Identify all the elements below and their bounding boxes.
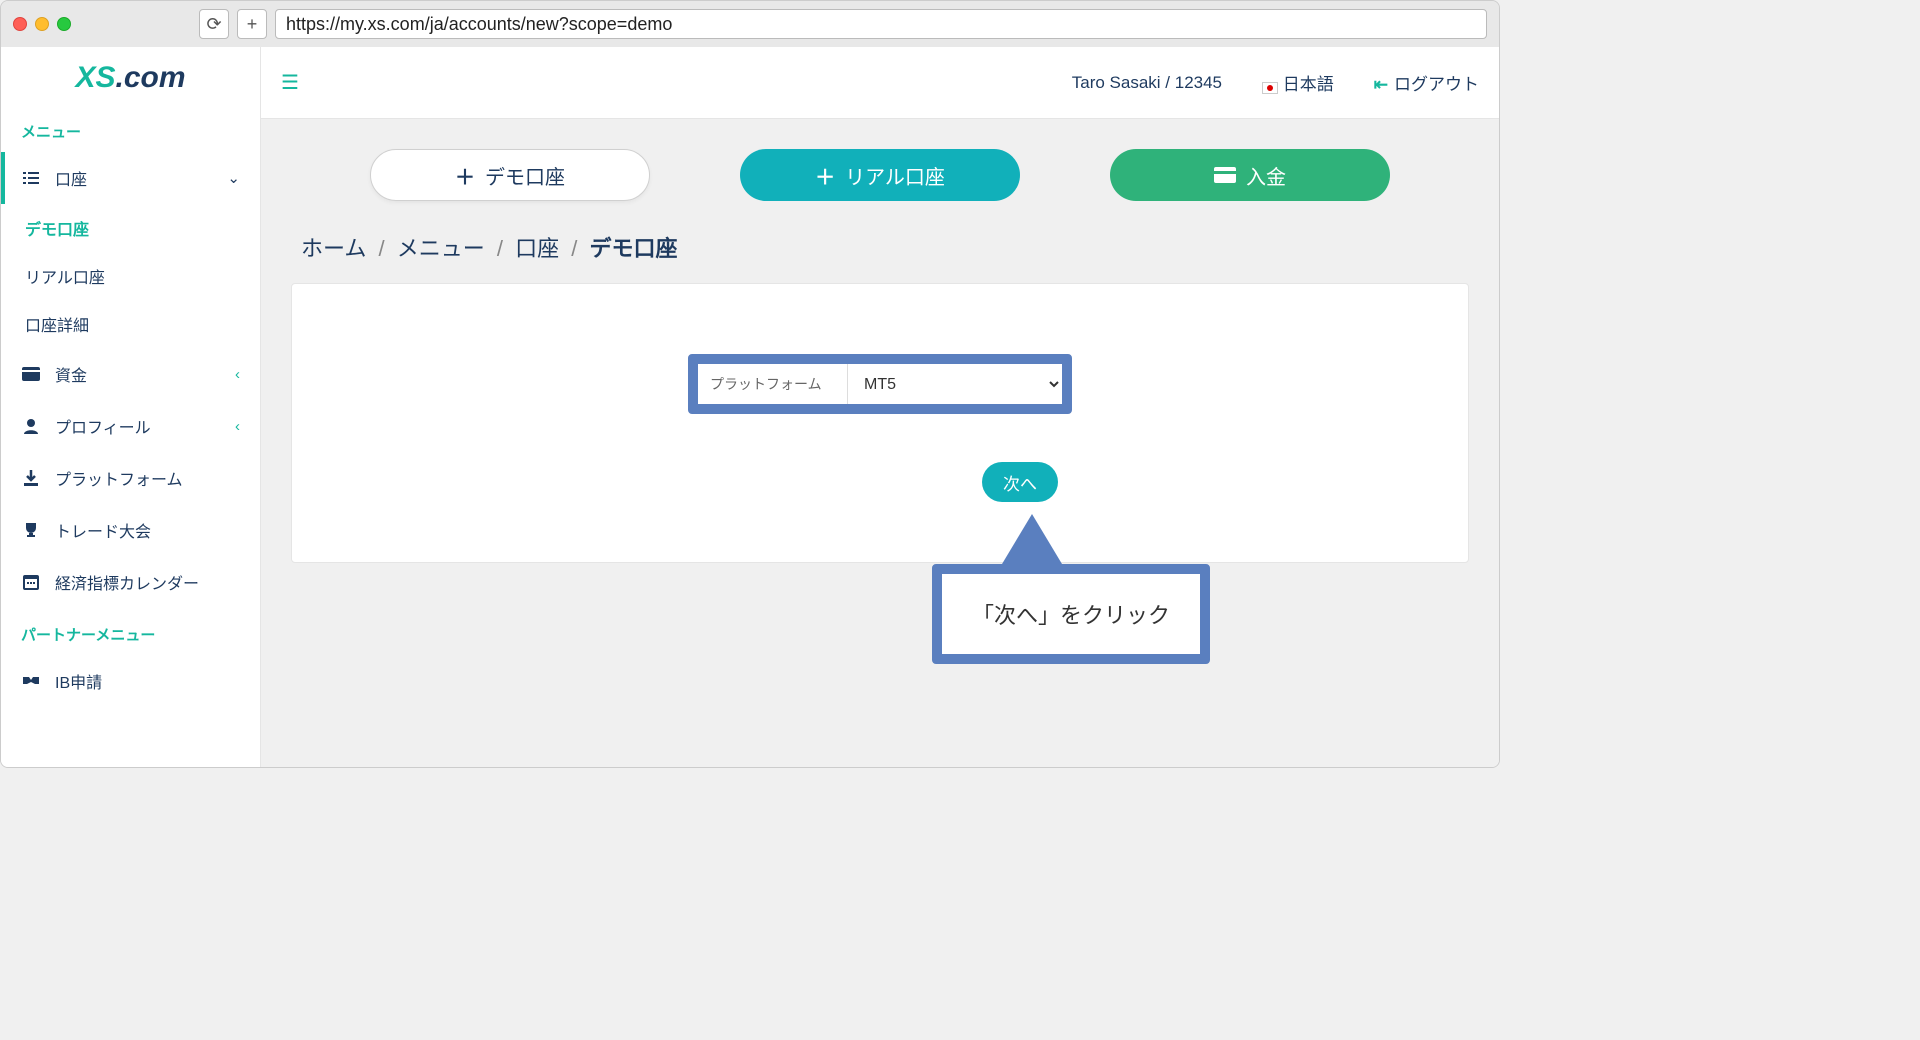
breadcrumb-home[interactable]: ホーム [301, 236, 366, 261]
sidebar-item-accounts[interactable]: 口座 ⌄ [1, 152, 260, 204]
close-window-icon[interactable] [13, 17, 27, 31]
callout: 「次へ」をクリック [932, 514, 1210, 664]
app-root: XS.com メニュー 口座 ⌄ デモ口座 リアル口座 口座詳細 資金 ‹ [1, 47, 1499, 767]
browser-window: ⟳ + https://my.xs.com/ja/accounts/new?sc… [0, 0, 1500, 768]
button-label: 入金 [1246, 161, 1286, 190]
sidebar-item-platform[interactable]: プラットフォーム [1, 452, 260, 504]
sidebar-item-label: IB申請 [55, 669, 102, 693]
minimize-window-icon[interactable] [35, 17, 49, 31]
breadcrumb-sep: / [497, 236, 503, 261]
chevron-down-icon: ⌄ [227, 169, 240, 187]
wallet-icon [21, 367, 41, 381]
browser-toolbar: ⟳ + https://my.xs.com/ja/accounts/new?sc… [1, 1, 1499, 47]
sidebar-item-label: 経済指標カレンダー [55, 570, 199, 594]
sidebar-subitem-details[interactable]: 口座詳細 [1, 300, 260, 348]
sidebar-item-label: プロフィール [55, 414, 151, 438]
sidebar-item-funds[interactable]: 資金 ‹ [1, 348, 260, 400]
card-icon [1214, 167, 1236, 183]
callout-text: 「次へ」をクリック [932, 564, 1210, 664]
sidebar-item-label: 資金 [55, 362, 87, 386]
window-controls [13, 17, 71, 31]
breadcrumb: ホーム / メニュー / 口座 / デモ口座 [261, 227, 1499, 283]
logo-xs: XS [75, 61, 115, 94]
logout-icon: ⇤ [1374, 75, 1388, 94]
new-tab-button[interactable]: + [237, 9, 267, 39]
sidebar-item-calendar[interactable]: 経済指標カレンダー [1, 556, 260, 608]
sidebar-item-profile[interactable]: プロフィール ‹ [1, 400, 260, 452]
logout-button[interactable]: ⇤ ログアウト [1374, 70, 1479, 95]
platform-select[interactable]: MT5 [848, 364, 1062, 404]
callout-arrow-icon [1002, 514, 1062, 564]
sidebar-section-partner: パートナーメニュー [1, 608, 260, 655]
platform-field-highlight: プラットフォーム MT5 [688, 354, 1072, 414]
breadcrumb-accounts[interactable]: 口座 [515, 236, 559, 261]
topbar-right: Taro Sasaki / 12345 日本語 ⇤ ログアウト [1072, 70, 1479, 95]
sidebar-subitem-real[interactable]: リアル口座 [1, 252, 260, 300]
logo-com: .com [116, 61, 186, 94]
breadcrumb-current: デモ口座 [590, 236, 678, 261]
user-label[interactable]: Taro Sasaki / 12345 [1072, 73, 1222, 93]
sidebar-subitem-demo[interactable]: デモ口座 [1, 204, 260, 252]
plus-icon: ＋ [815, 161, 835, 190]
breadcrumb-sep: / [571, 236, 577, 261]
url-bar[interactable]: https://my.xs.com/ja/accounts/new?scope=… [275, 9, 1487, 39]
download-icon [21, 470, 41, 486]
button-label: リアル口座 [845, 161, 945, 190]
trophy-icon [21, 522, 41, 538]
sidebar-section-menu: メニュー [1, 105, 260, 152]
demo-account-button[interactable]: ＋ デモ口座 [370, 149, 650, 201]
user-icon [21, 418, 41, 434]
handshake-icon [21, 674, 41, 688]
action-buttons-row: ＋ デモ口座 ＋ リアル口座 入金 [261, 119, 1499, 227]
sidebar-item-label: プラットフォーム [55, 466, 183, 490]
button-label: デモ口座 [485, 161, 565, 190]
deposit-button[interactable]: 入金 [1110, 149, 1390, 201]
sidebar-item-ib-apply[interactable]: IB申請 [1, 655, 260, 707]
next-button[interactable]: 次へ [982, 462, 1058, 502]
list-icon [21, 171, 41, 185]
real-account-button[interactable]: ＋ リアル口座 [740, 149, 1020, 201]
breadcrumb-menu[interactable]: メニュー [397, 236, 485, 261]
chevron-left-icon: ‹ [235, 418, 240, 435]
sidebar-item-label: トレード大会 [55, 518, 151, 542]
logo[interactable]: XS.com [1, 47, 260, 105]
topbar: ☰ Taro Sasaki / 12345 日本語 ⇤ ログアウト [261, 47, 1499, 119]
flag-jp-icon [1262, 82, 1278, 94]
sidebar-item-label: 口座 [55, 166, 87, 190]
sidebar: XS.com メニュー 口座 ⌄ デモ口座 リアル口座 口座詳細 資金 ‹ [1, 47, 261, 767]
breadcrumb-sep: / [378, 236, 384, 261]
language-switcher[interactable]: 日本語 [1262, 70, 1334, 95]
form-card: プラットフォーム MT5 次へ 「次へ」をクリック [291, 283, 1469, 563]
sidebar-item-contest[interactable]: トレード大会 [1, 504, 260, 556]
logout-label: ログアウト [1394, 75, 1479, 94]
chevron-left-icon: ‹ [235, 366, 240, 383]
calendar-icon [21, 574, 41, 590]
hamburger-icon[interactable]: ☰ [281, 70, 299, 95]
main-content: ☰ Taro Sasaki / 12345 日本語 ⇤ ログアウト ＋ デモ口座 [261, 47, 1499, 767]
plus-icon: ＋ [455, 161, 475, 190]
language-label: 日本語 [1283, 75, 1334, 94]
reload-button[interactable]: ⟳ [199, 9, 229, 39]
platform-label: プラットフォーム [698, 364, 848, 404]
maximize-window-icon[interactable] [57, 17, 71, 31]
